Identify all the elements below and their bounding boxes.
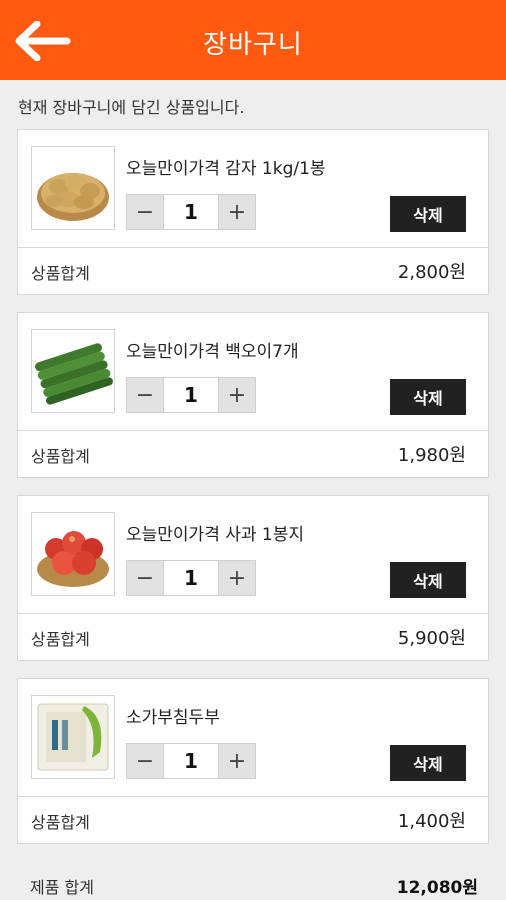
quantity-stepper: − 1 + [126,194,256,230]
quantity-stepper: − 1 + [126,377,256,413]
delete-button[interactable]: 삭제 [390,379,466,415]
quantity-stepper: − 1 + [126,560,256,596]
increase-button[interactable]: + [219,561,255,595]
product-image-potato[interactable] [31,146,115,230]
divider [18,613,488,614]
product-name: 오늘만이가격 사과 1봉지 [126,525,305,545]
item-sum-label: 상품합계 [31,813,90,832]
total-label: 제품 합계 [30,878,94,897]
quantity-value[interactable]: 1 [163,561,219,595]
cart-item-card: 오늘만이가격 백오이7개 − 1 + 삭제 상품합계 1,980원 [17,312,489,478]
increase-button[interactable]: + [219,744,255,778]
decrease-button[interactable]: − [127,378,163,412]
increase-button[interactable]: + [219,195,255,229]
item-sum-value: 1,980원 [397,445,466,466]
quantity-value[interactable]: 1 [163,744,219,778]
item-sum-label: 상품합계 [31,630,90,649]
product-name: 오늘만이가격 감자 1kg/1봉 [126,159,326,179]
delete-button[interactable]: 삭제 [390,196,466,232]
item-sum-label: 상품합계 [31,264,90,283]
app-header: 장바구니 [0,0,506,80]
cart-total-row: 제품 합계 12,080원 [0,868,506,900]
item-sum-value: 2,800원 [397,262,466,283]
item-sum-value: 1,400원 [397,811,466,832]
decrease-button[interactable]: − [127,744,163,778]
quantity-value[interactable]: 1 [163,378,219,412]
cart-item-card: 오늘만이가격 사과 1봉지 − 1 + 삭제 상품합계 5,900원 [17,495,489,661]
total-value: 12,080원 [396,878,478,898]
decrease-button[interactable]: − [127,561,163,595]
divider [18,430,488,431]
delete-button[interactable]: 삭제 [390,745,466,781]
page-title: 장바구니 [203,30,303,60]
divider [18,796,488,797]
cart-item-card: 소가부침두부 − 1 + 삭제 상품합계 1,400원 [17,678,489,844]
product-image-cucumber[interactable] [31,329,115,413]
item-sum-value: 5,900원 [397,628,466,649]
product-name: 소가부침두부 [126,708,220,728]
item-sum-label: 상품합계 [31,447,90,466]
increase-button[interactable]: + [219,378,255,412]
decrease-button[interactable]: − [127,195,163,229]
divider [18,247,488,248]
product-image-tofu[interactable] [31,695,115,779]
product-image-apple[interactable] [31,512,115,596]
delete-button[interactable]: 삭제 [390,562,466,598]
quantity-value[interactable]: 1 [163,195,219,229]
product-name: 오늘만이가격 백오이7개 [126,342,299,362]
cart-intro-text: 현재 장바구니에 담긴 상품입니다. [18,98,245,117]
quantity-stepper: − 1 + [126,743,256,779]
cart-item-card: 오늘만이가격 감자 1kg/1봉 − 1 + 삭제 상품합계 2,800원 [17,129,489,295]
